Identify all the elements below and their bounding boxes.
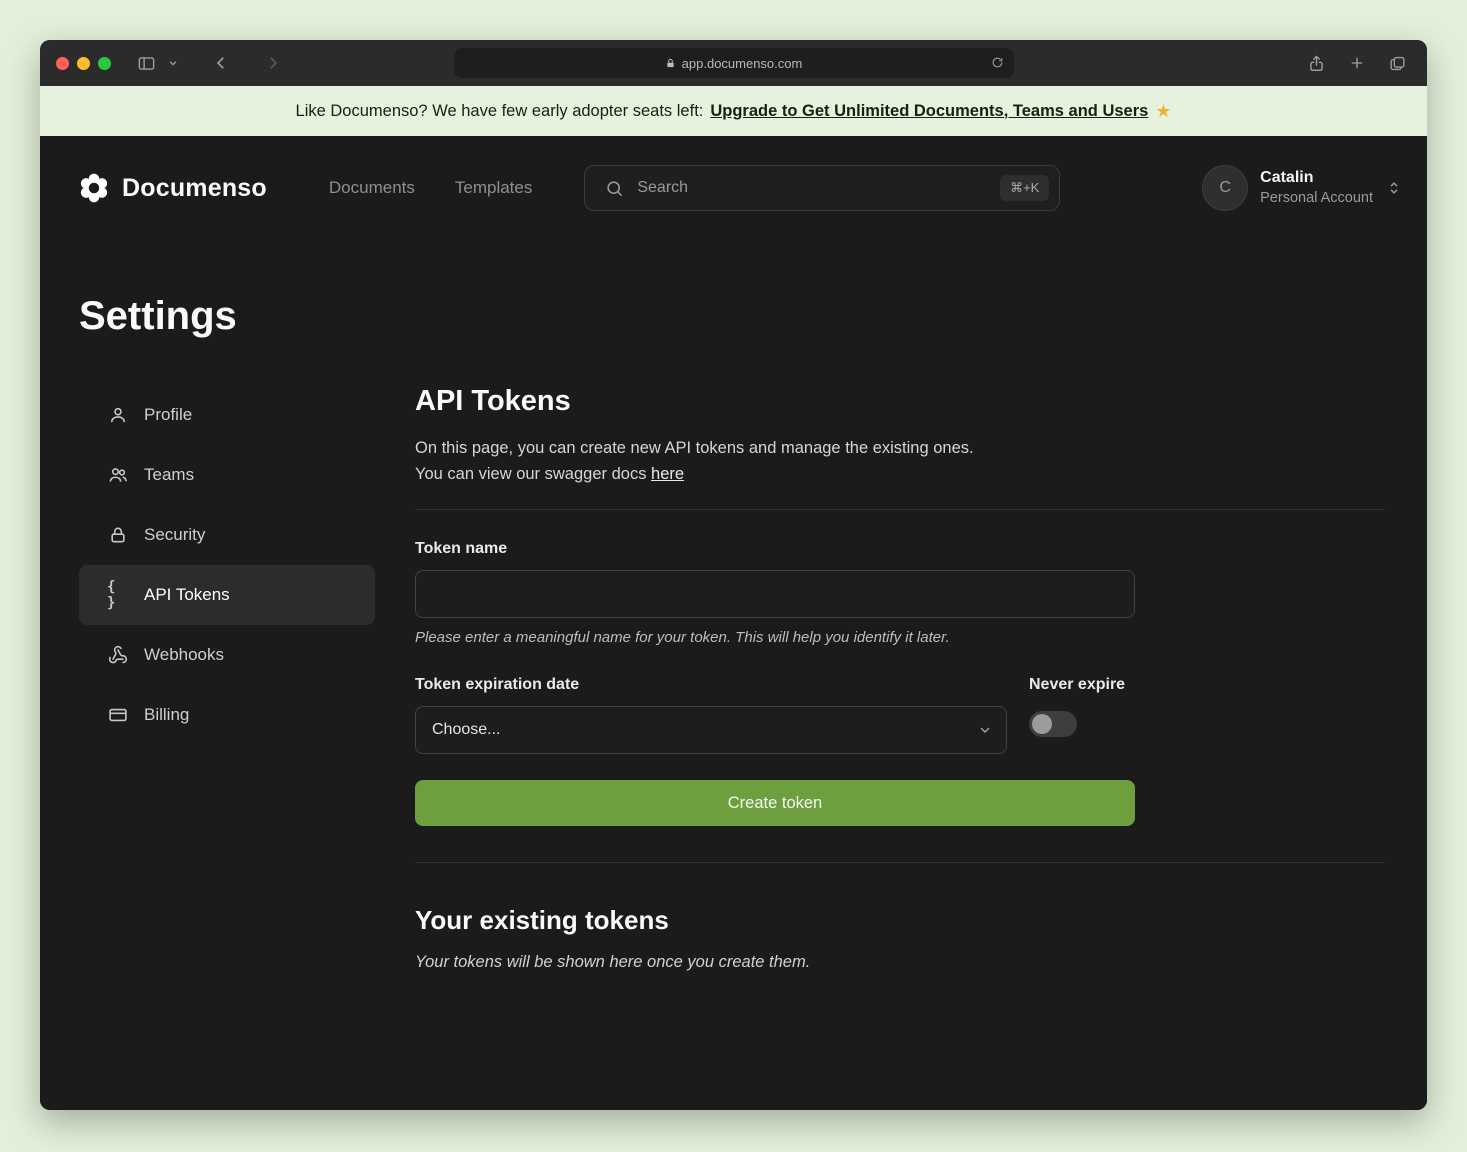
token-name-help: Please enter a meaningful name for your … xyxy=(415,629,1135,646)
url-text: app.documenso.com xyxy=(682,56,803,71)
create-token-form: Token name Please enter a meaningful nam… xyxy=(415,540,1135,826)
api-tokens-panel: API Tokens On this page, you can create … xyxy=(415,385,1385,972)
sidebar-menu-chevron[interactable] xyxy=(164,54,182,72)
app-page: Documenso Documents Templates Search ⌘+K… xyxy=(40,136,1427,1110)
sidebar-icon xyxy=(137,54,156,73)
user-name: Catalin xyxy=(1260,168,1373,189)
top-nav: Documents Templates xyxy=(329,178,532,198)
description-line2: You can view our swagger docs xyxy=(415,465,651,483)
divider xyxy=(415,509,1385,510)
expiration-date-select[interactable]: Choose... xyxy=(415,706,1007,754)
token-name-label: Token name xyxy=(415,540,1135,558)
star-icon: ★ xyxy=(1155,101,1171,122)
never-expire-label: Never expire xyxy=(1029,676,1135,694)
expiration-date-label: Token expiration date xyxy=(415,676,1007,694)
chevron-down-icon xyxy=(168,58,178,68)
minimize-window-button[interactable] xyxy=(77,57,90,70)
swagger-docs-link[interactable]: here xyxy=(651,465,684,483)
tab-overview-button[interactable] xyxy=(1384,50,1411,77)
sidebar-item-label: API Tokens xyxy=(144,585,230,605)
nav-documents[interactable]: Documents xyxy=(329,178,415,198)
url-bar[interactable]: app.documenso.com xyxy=(454,48,1014,78)
sidebar-item-api-tokens[interactable]: { } API Tokens xyxy=(79,565,375,625)
tabs-icon xyxy=(1388,54,1407,73)
lock-icon xyxy=(665,58,676,69)
sidebar-item-billing[interactable]: Billing xyxy=(79,685,375,745)
browser-toolbar: app.documenso.com xyxy=(40,40,1427,86)
browser-window: app.documenso.com xyxy=(40,40,1427,1110)
search-placeholder: Search xyxy=(637,179,688,197)
account-menu-button[interactable]: C Catalin Personal Account xyxy=(1202,165,1403,211)
user-icon xyxy=(107,405,129,425)
nav-templates[interactable]: Templates xyxy=(455,178,532,198)
sidebar-item-webhooks[interactable]: Webhooks xyxy=(79,625,375,685)
traffic-lights xyxy=(56,57,111,70)
chevron-right-icon xyxy=(264,54,282,72)
existing-tokens-title: Your existing tokens xyxy=(415,905,1385,936)
webhook-icon xyxy=(107,645,129,665)
credit-card-icon xyxy=(107,705,129,725)
account-type-label: Personal Account xyxy=(1260,189,1373,208)
close-window-button[interactable] xyxy=(56,57,69,70)
chevron-up-down-icon xyxy=(1385,179,1403,197)
existing-tokens-empty-text: Your tokens will be shown here once you … xyxy=(415,953,1385,972)
brand-name: Documenso xyxy=(122,174,267,203)
token-name-input[interactable] xyxy=(415,570,1135,618)
back-button[interactable] xyxy=(208,50,234,76)
sidebar-item-teams[interactable]: Teams xyxy=(79,445,375,505)
search-shortcut-badge: ⌘+K xyxy=(1000,175,1049,201)
sidebar-item-profile[interactable]: Profile xyxy=(79,385,375,445)
users-icon xyxy=(107,465,129,485)
plus-icon xyxy=(1348,54,1366,72)
avatar-initial: C xyxy=(1219,179,1231,197)
divider xyxy=(415,862,1385,863)
sidebar-item-label: Profile xyxy=(144,405,192,425)
new-tab-button[interactable] xyxy=(1344,50,1370,76)
promo-message: Like Documenso? We have few early adopte… xyxy=(296,102,704,121)
share-icon xyxy=(1307,54,1326,73)
refresh-icon xyxy=(991,56,1004,69)
upgrade-link[interactable]: Upgrade to Get Unlimited Documents, Team… xyxy=(710,102,1148,121)
sidebar-item-label: Billing xyxy=(144,705,189,725)
forward-button[interactable] xyxy=(260,50,286,76)
promo-banner: Like Documenso? We have few early adopte… xyxy=(40,86,1427,136)
lock-icon xyxy=(107,525,129,545)
chevron-left-icon xyxy=(212,54,230,72)
description-line1: On this page, you can create new API tok… xyxy=(415,439,974,457)
sidebar-item-label: Teams xyxy=(144,465,194,485)
app-header: Documenso Documents Templates Search ⌘+K… xyxy=(40,136,1427,240)
select-value: Choose... xyxy=(432,721,500,739)
chevron-down-icon xyxy=(977,722,993,738)
avatar: C xyxy=(1202,165,1248,211)
section-description: On this page, you can create new API tok… xyxy=(415,436,1385,487)
create-token-button[interactable]: Create token xyxy=(415,780,1135,826)
share-button[interactable] xyxy=(1303,50,1330,77)
sidebar-item-label: Security xyxy=(144,525,205,545)
braces-icon: { } xyxy=(107,579,129,611)
sidebar-toggle-button[interactable] xyxy=(133,50,160,77)
sidebar-item-label: Webhooks xyxy=(144,645,224,665)
page-title: Settings xyxy=(79,294,1427,339)
brand-logo-link[interactable]: Documenso xyxy=(79,173,267,203)
search-icon xyxy=(605,179,624,198)
zoom-window-button[interactable] xyxy=(98,57,111,70)
never-expire-toggle[interactable] xyxy=(1029,711,1077,737)
documenso-logo-icon xyxy=(79,173,109,203)
sidebar-item-security[interactable]: Security xyxy=(79,505,375,565)
settings-nav: Profile Teams Security { } API Token xyxy=(79,385,375,972)
toggle-knob xyxy=(1032,714,1052,734)
search-input[interactable]: Search ⌘+K xyxy=(584,165,1060,211)
refresh-button[interactable] xyxy=(987,52,1008,73)
section-title: API Tokens xyxy=(415,385,1385,418)
